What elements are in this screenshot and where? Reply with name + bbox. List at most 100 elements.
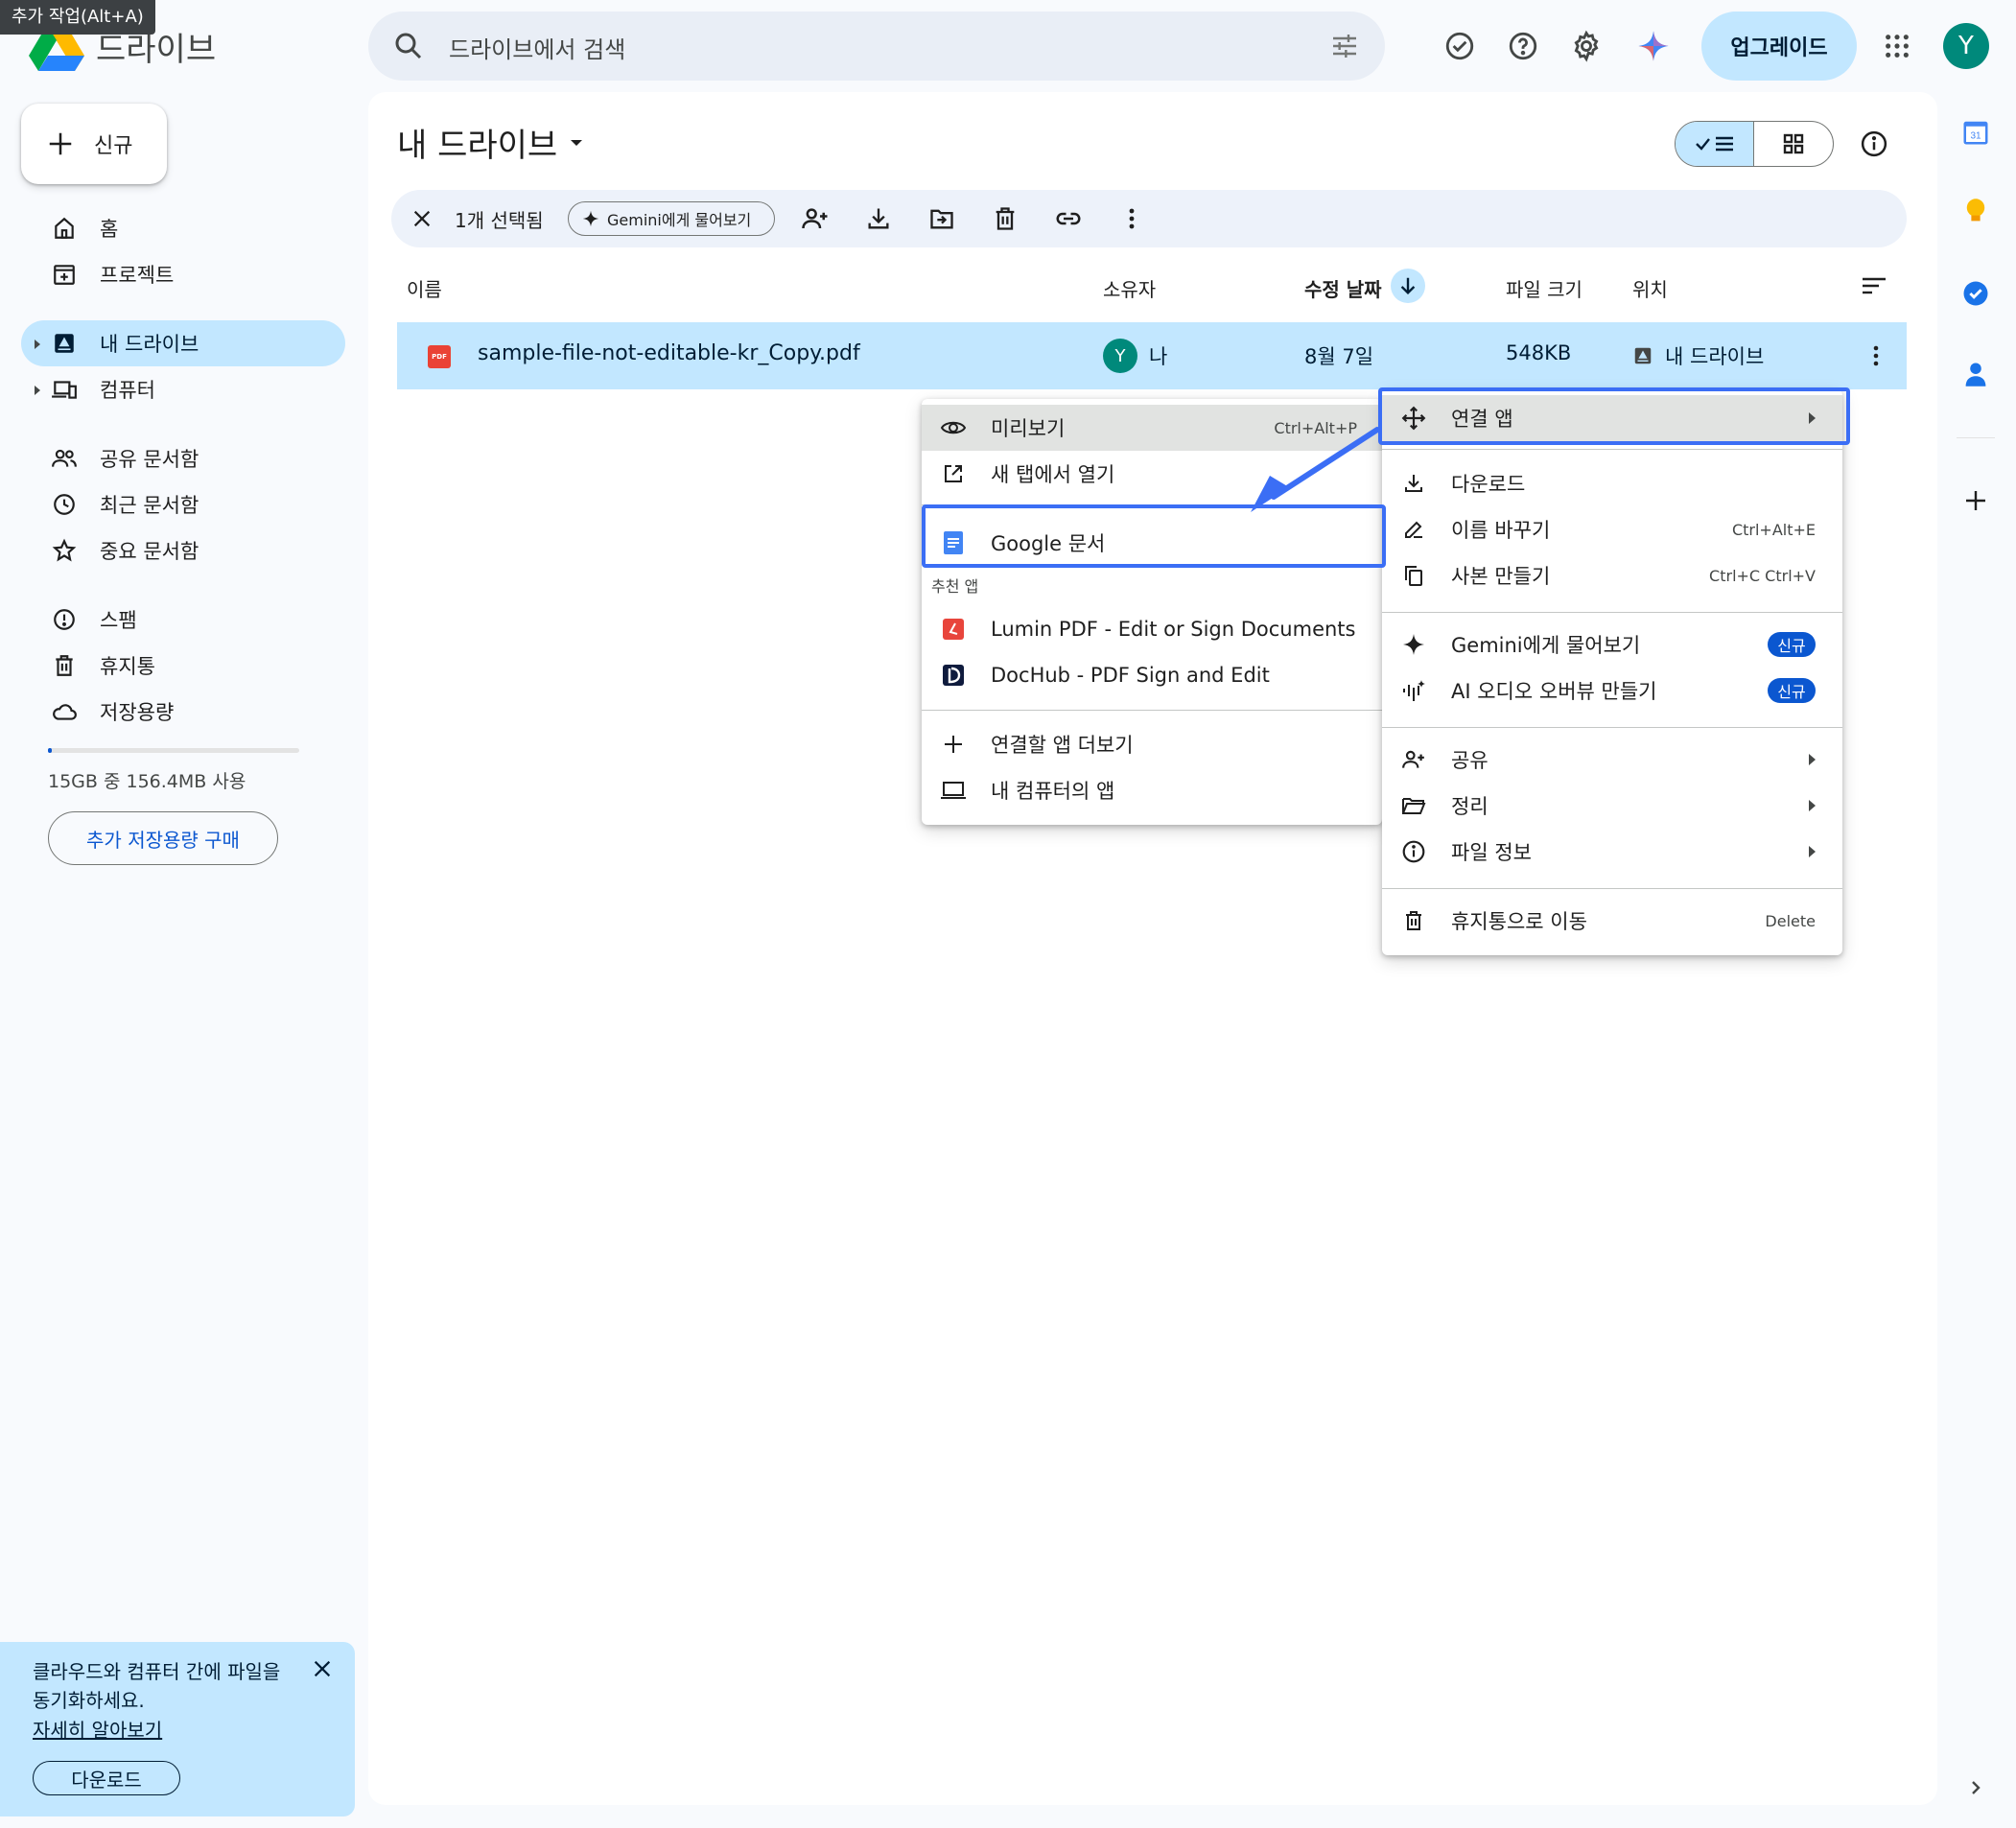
list-view-button[interactable] [1676,122,1754,166]
owner-avatar: Y [1103,339,1137,373]
column-header-location[interactable]: 위치 [1632,274,1668,302]
file-context-menu: 연결 앱 다운로드 이름 바꾸기 Ctrl+Alt+E 사본 만들기 Ctrl+… [1382,389,1842,955]
row-more-actions-icon[interactable] [1859,339,1893,373]
menu-item-share[interactable]: 공유 [1382,737,1842,783]
grid-view-button[interactable] [1754,122,1833,166]
details-info-icon[interactable] [1851,121,1897,167]
keep-icon[interactable] [1957,192,1995,230]
menu-item-organize[interactable]: 정리 [1382,783,1842,829]
file-location[interactable]: 내 드라이브 [1632,341,1764,370]
expand-arrow-icon[interactable] [35,386,40,395]
learn-more-link[interactable]: 자세히 알아보기 [33,1715,162,1743]
spam-icon [50,605,79,634]
menu-item-label: AI 오디오 오버뷰 만들기 [1451,680,1657,703]
sidebar-item-label: 휴지통 [100,655,155,678]
menu-item-rename[interactable]: 이름 바꾸기 Ctrl+Alt+E [1382,506,1842,552]
promo-download-button[interactable]: 다운로드 [33,1761,180,1795]
offline-ready-icon[interactable] [1437,23,1483,69]
move-to-folder-icon[interactable] [925,201,959,236]
settings-gear-icon[interactable] [1563,23,1609,69]
menu-item-file-info[interactable]: 파일 정보 [1382,829,1842,875]
copy-link-icon[interactable] [1051,201,1086,236]
menu-item-label: Gemini에게 물어보기 [1451,634,1641,657]
menu-divider [1382,612,1842,613]
get-add-ons-plus-icon[interactable] [1957,481,1995,520]
file-name[interactable]: sample-file-not-editable-kr_Copy.pdf [478,341,860,365]
expand-arrow-icon[interactable] [35,340,40,349]
my-drive-icon [50,329,79,358]
sidebar-item-computers[interactable]: 컴퓨터 [21,366,345,412]
menu-item-download[interactable]: 다운로드 [1382,460,1842,506]
sidebar-item-shared[interactable]: 공유 문서함 [21,435,345,481]
menu-item-dochub[interactable]: DocHub - PDF Sign and Edit [922,652,1382,698]
owner-name: 나 [1149,345,1168,368]
sparkle-icon [582,210,599,227]
view-toggle[interactable] [1675,121,1834,167]
menu-item-audio-overview[interactable]: AI 오디오 오버뷰 만들기 신규 [1382,668,1842,714]
clear-selection-icon[interactable] [405,201,439,236]
table-row[interactable]: PDF sample-file-not-editable-kr_Copy.pdf… [397,322,1907,389]
menu-item-label: 파일 정보 [1451,841,1532,864]
page-title[interactable]: 내 드라이브 [397,119,586,166]
menu-item-move-to-trash[interactable]: 휴지통으로 이동 Delete [1382,898,1842,944]
upgrade-button[interactable]: 업그레이드 [1701,12,1857,81]
ask-gemini-label: Gemini에게 물어보기 [607,211,752,229]
computers-icon [50,375,79,404]
menu-item-label: 정리 [1451,795,1489,818]
plus-icon [46,129,75,158]
apps-grid-icon[interactable] [1874,23,1920,69]
menu-item-ask-gemini[interactable]: Gemini에게 물어보기 신규 [1382,621,1842,668]
tasks-icon[interactable] [1957,274,1995,313]
sort-direction-icon[interactable] [1391,269,1425,303]
submenu-arrow-icon [1809,846,1816,857]
rail-divider [1957,437,1995,438]
info-icon [1399,837,1428,866]
sidebar-item-label: 공유 문서함 [100,448,199,471]
clock-icon [50,490,79,519]
search-bar[interactable]: 드라이브에서 검색 [368,12,1385,81]
ask-gemini-chip[interactable]: Gemini에게 물어보기 [568,201,775,236]
download-icon [1399,469,1428,498]
trash-icon[interactable] [988,201,1022,236]
sidebar-item-trash[interactable]: 휴지통 [21,643,345,689]
sidebar-item-spam[interactable]: 스팸 [21,597,345,643]
plus-icon [939,730,968,759]
sort-options-icon[interactable] [1857,269,1891,303]
contacts-icon[interactable] [1957,355,1995,393]
column-header-owner[interactable]: 소유자 [1103,274,1156,302]
menu-item-computer-apps[interactable]: 내 컴퓨터의 앱 [922,767,1382,813]
sidebar-item-projects[interactable]: 프로젝트 [21,251,345,297]
share-person-icon[interactable] [798,201,832,236]
projects-icon [50,260,79,289]
expand-side-panel-chevron-icon[interactable] [1957,1769,1995,1807]
gemini-sparkle-icon[interactable] [1630,23,1676,69]
menu-item-make-copy[interactable]: 사본 만들기 Ctrl+C Ctrl+V [1382,552,1842,598]
column-header-name[interactable]: 이름 [407,274,442,302]
new-button[interactable]: 신규 [21,104,167,184]
menu-item-lumin-pdf[interactable]: Lumin PDF - Edit or Sign Documents [922,606,1382,652]
sidebar-item-starred[interactable]: 중요 문서함 [21,527,345,574]
download-icon[interactable] [861,201,896,236]
promo-text: 클라우드와 컴퓨터 간에 파일을 동기화하세요. [33,1660,281,1712]
lumin-pdf-icon [939,615,968,644]
menu-item-more-apps[interactable]: 연결할 앱 더보기 [922,721,1382,767]
search-icon[interactable] [391,29,426,63]
search-input[interactable]: 드라이브에서 검색 [449,31,625,64]
buy-storage-button[interactable]: 추가 저장용량 구매 [48,811,278,865]
storage-progress-bar [48,748,299,753]
menu-item-label: 새 탭에서 열기 [991,463,1115,486]
column-header-size[interactable]: 파일 크기 [1506,274,1582,302]
calendar-icon[interactable]: 31 [1957,113,1995,152]
column-header-modified[interactable]: 수정 날짜 [1304,274,1382,302]
close-icon[interactable] [305,1652,340,1686]
menu-item-label: 연결할 앱 더보기 [991,734,1134,757]
help-icon[interactable] [1500,23,1546,69]
account-avatar[interactable]: Y [1943,23,1989,69]
more-actions-icon[interactable] [1114,201,1149,236]
sidebar-item-home[interactable]: 홈 [21,205,345,251]
sidebar-item-recent[interactable]: 최근 문서함 [21,481,345,527]
modified-date: 8월 7일 [1304,345,1374,368]
sidebar-item-my-drive[interactable]: 내 드라이브 [21,320,345,366]
search-filter-icon[interactable] [1329,31,1360,61]
sidebar-item-storage[interactable]: 저장용량 [21,689,345,735]
